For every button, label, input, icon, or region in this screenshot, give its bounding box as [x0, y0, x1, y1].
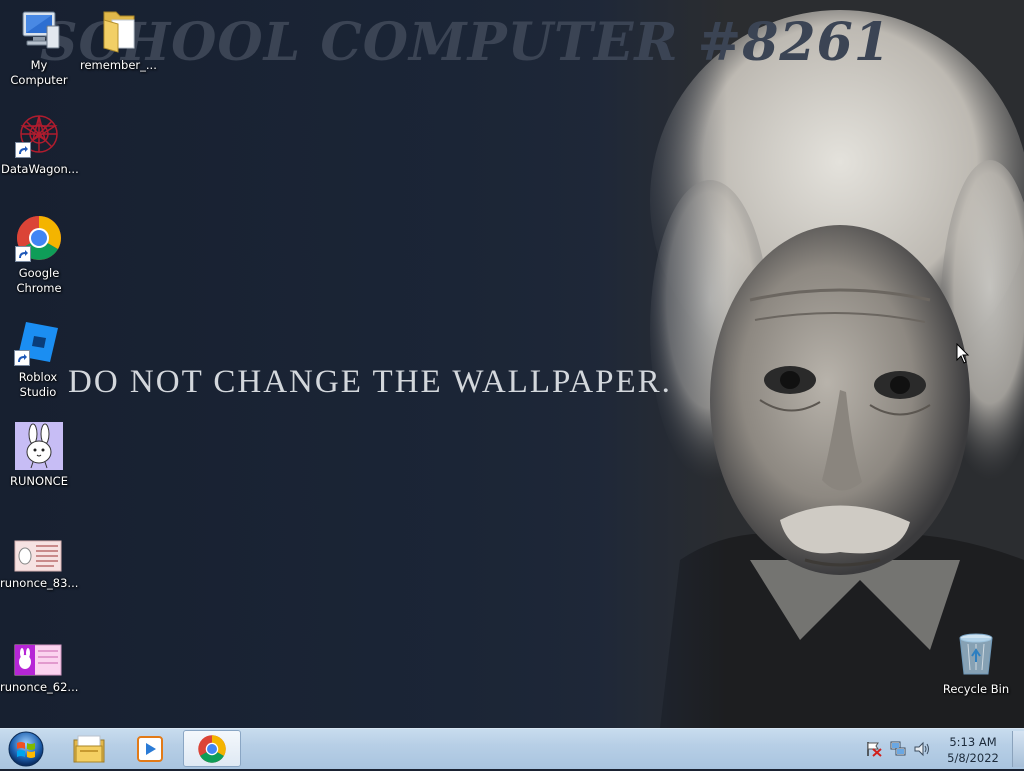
network-icon[interactable] [889, 740, 907, 758]
bunny-icon [15, 422, 63, 470]
shortcut-arrow-icon [15, 246, 31, 262]
roblox-studio-icon [14, 318, 62, 366]
taskbar-windows-explorer-button[interactable] [60, 730, 118, 767]
desktop-icon-label: Roblox Studio [18, 370, 58, 399]
desktop-icon-label: runonce_62... [0, 680, 79, 694]
recycle-bin-icon [952, 630, 1000, 678]
volume-icon[interactable] [913, 740, 931, 758]
desktop-icon-recycle-bin[interactable]: Recycle Bin [938, 630, 1014, 697]
desktop-icon-label: RUNONCE [10, 474, 68, 488]
chrome-icon [15, 214, 63, 262]
taskbar-clock[interactable]: 5:13 AM 5/8/2022 [940, 734, 1006, 766]
start-button[interactable] [5, 731, 47, 767]
folder-icon [94, 6, 142, 54]
show-desktop-button[interactable] [1012, 731, 1024, 767]
desktop-icon-runonce[interactable]: RUNONCE [1, 422, 77, 489]
windows-logo-icon [8, 731, 44, 767]
desktop-icon-runonce-83[interactable]: runonce_83... [0, 540, 79, 591]
taskbar: 5:13 AM 5/8/2022 [0, 728, 1024, 769]
desktop-icon-label: Recycle Bin [942, 682, 1010, 696]
shortcut-arrow-icon [15, 142, 31, 158]
taskbar-media-player-button[interactable] [121, 730, 179, 767]
taskbar-google-chrome-button[interactable] [183, 730, 241, 767]
desktop-icon-roblox-studio[interactable]: Roblox Studio [0, 318, 76, 400]
desktop-icon-remember-folder[interactable]: remember_... [80, 6, 157, 73]
image-thumbnail-icon [14, 644, 62, 676]
image-thumbnail-icon [14, 540, 62, 572]
folder-icon [73, 735, 105, 762]
desktop-icon-label: Google Chrome [16, 266, 62, 295]
action-center-flag-icon[interactable] [865, 741, 883, 757]
desktop-icon-my-computer[interactable]: My Computer [1, 6, 77, 88]
clock-time: 5:13 AM [949, 735, 997, 749]
desktop: SCHOOL COMPUTER #8261 DO NOT CHANGE THE … [0, 0, 1024, 728]
desktop-icon-label: My Computer [10, 58, 68, 87]
desktop-icon-label: DataWagon... [1, 162, 79, 176]
desktop-icon-google-chrome[interactable]: Google Chrome [1, 214, 77, 296]
desktop-icon-datawagon[interactable]: DataWagon... [1, 110, 79, 177]
desktop-icon-runonce-62[interactable]: runonce_62... [0, 644, 79, 695]
wallpaper-warning-text: DO NOT CHANGE THE WALLPAPER. [68, 364, 672, 400]
clock-date: 5/8/2022 [947, 751, 999, 765]
desktop-icon-label: runonce_83... [0, 576, 79, 590]
chrome-icon [198, 734, 226, 763]
datawagon-icon [15, 110, 63, 158]
desktop-icon-label: remember_... [80, 58, 157, 72]
shortcut-arrow-icon [14, 350, 30, 366]
mouse-cursor-icon [956, 343, 970, 364]
media-player-icon [137, 735, 163, 762]
computer-icon [15, 6, 63, 54]
